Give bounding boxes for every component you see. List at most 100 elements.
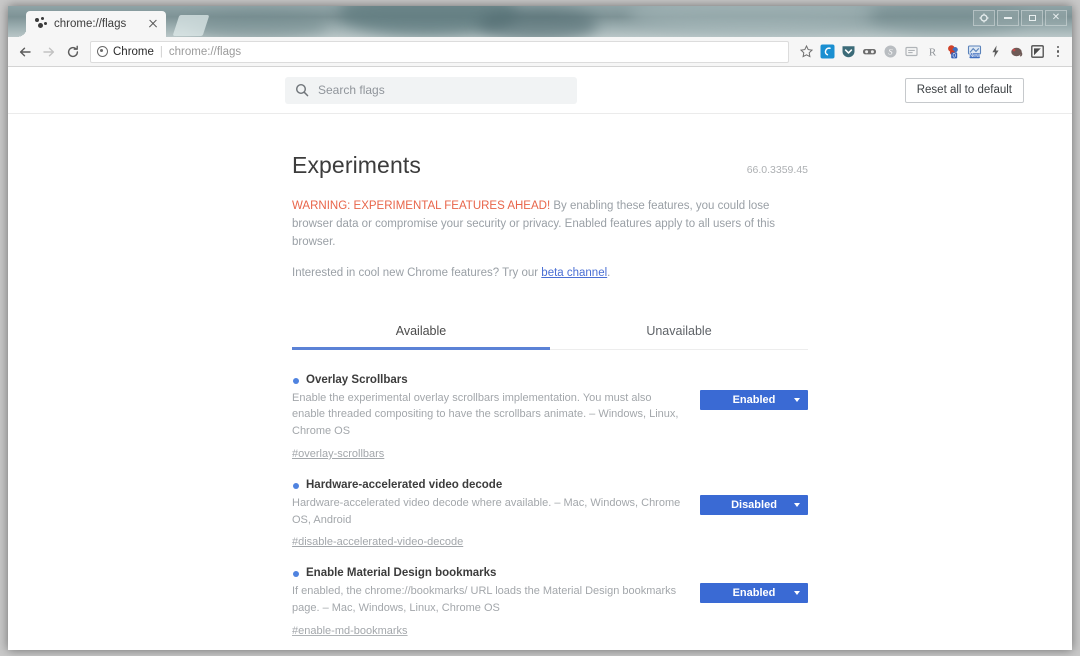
- flag-description: Enable the experimental overlay scrollba…: [292, 391, 679, 438]
- beta-channel-note: Interested in cool new Chrome features? …: [292, 265, 808, 282]
- title-bar: chrome://flags ✕: [8, 6, 1072, 37]
- tab-unavailable[interactable]: Unavailable: [550, 314, 808, 349]
- tab-title: chrome://flags: [54, 18, 127, 30]
- flags-header-bar: Reset all to default: [8, 67, 1072, 114]
- svg-text:New: New: [969, 53, 980, 59]
- flags-inner-column: Experiments 66.0.3359.45 WARNING: EXPERI…: [292, 114, 808, 650]
- wallpaper-blob: [338, 6, 518, 36]
- flag-description: Hardware-accelerated video decode where …: [292, 496, 681, 526]
- chrome-menu-icon[interactable]: [1050, 43, 1066, 61]
- flag-modified-dot-icon: [293, 571, 299, 578]
- flag-state-select[interactable]: Enabled: [700, 389, 808, 410]
- flag-description: If enabled, the chrome://bookmarks/ URL …: [292, 585, 677, 614]
- extension-r-icon[interactable]: R: [924, 43, 941, 60]
- flag-title: Hardware-accelerated video decode: [292, 479, 684, 491]
- forward-arrow-icon: [43, 47, 55, 56]
- flag-state-select[interactable]: Disabled: [700, 494, 808, 515]
- flag-select-wrap: Enabled: [700, 374, 808, 410]
- flag-select-wrap: Enabled: [700, 567, 808, 604]
- theme-icon: [979, 13, 989, 23]
- tab-available[interactable]: Available: [292, 314, 550, 350]
- tab-close-icon[interactable]: [146, 17, 160, 31]
- screen: chrome://flags ✕ Chrome | chrome://flags…: [0, 0, 1080, 656]
- extension-elephant-icon[interactable]: [1008, 43, 1025, 60]
- reload-button[interactable]: [62, 41, 84, 63]
- extension-screenshot-icon[interactable]: New: [966, 43, 983, 60]
- flag-modified-dot-icon: [293, 482, 299, 489]
- close-button[interactable]: ✕: [1045, 10, 1067, 26]
- extension-lightning-icon[interactable]: [987, 43, 1004, 60]
- star-outline-icon: [799, 45, 813, 58]
- extension-skype-icon[interactable]: S: [882, 43, 899, 60]
- extension-page-icon[interactable]: [1029, 43, 1046, 60]
- back-arrow-icon: [19, 47, 31, 56]
- extension-evernote-icon[interactable]: [819, 43, 836, 60]
- flag-anchor-id[interactable]: #overlay-scrollbars: [292, 448, 384, 460]
- chrome-radioactive-icon: [34, 17, 48, 31]
- page-title-row: Experiments 66.0.3359.45: [292, 152, 808, 179]
- flag-body: Enable Material Design bookmarks If enab…: [292, 567, 700, 638]
- window-controls: ✕: [973, 10, 1067, 26]
- reload-icon: [67, 45, 79, 57]
- omnibox-scheme-label: Chrome: [113, 45, 154, 58]
- maximize-button[interactable]: [1021, 10, 1043, 26]
- beta-channel-link[interactable]: beta channel: [541, 267, 607, 279]
- page-title: Experiments: [292, 152, 421, 178]
- flag-title: Enable Material Design bookmarks: [292, 567, 684, 579]
- back-button[interactable]: [14, 41, 36, 63]
- flag-row: Overlay Scrollbars Enable the experiment…: [292, 366, 808, 471]
- search-flags-container[interactable]: [285, 76, 577, 104]
- forward-button[interactable]: [38, 41, 60, 63]
- flag-row: Enable Material Design bookmarks If enab…: [292, 559, 808, 647]
- browser-tab[interactable]: chrome://flags: [17, 11, 166, 37]
- chrome-circle-icon: [97, 46, 108, 57]
- flag-state-label: Enabled: [732, 393, 776, 406]
- wallpaper-blob: [478, 8, 598, 37]
- flags-tabs: Available Unavailable: [292, 314, 808, 350]
- flag-title-text: Enable Material Design bookmarks: [306, 567, 497, 580]
- omnibox-url: chrome://flags: [168, 45, 242, 58]
- flag-state-label: Disabled: [731, 498, 777, 511]
- flag-title-text: Hardware-accelerated video decode: [306, 478, 503, 491]
- browser-toolbar: Chrome | chrome://flags S R 0 New: [8, 37, 1072, 67]
- flag-anchor-id[interactable]: #disable-accelerated-video-decode: [292, 536, 463, 548]
- extension-note-icon[interactable]: [903, 43, 920, 60]
- chrome-version-label: 66.0.3359.45: [746, 164, 808, 176]
- chevron-down-icon: [794, 502, 800, 507]
- flag-row: Hardware-accelerated video decode Hardwa…: [292, 471, 808, 559]
- bookmark-star-icon[interactable]: [797, 43, 815, 61]
- flag-body: Hardware-accelerated video decode Hardwa…: [292, 479, 700, 550]
- beta-note-prefix: Interested in cool new Chrome features? …: [292, 267, 542, 280]
- theme-button[interactable]: [973, 10, 995, 26]
- search-icon: [295, 83, 309, 97]
- warning-headline: WARNING: EXPERIMENTAL FEATURES AHEAD!: [292, 200, 551, 212]
- flag-state-select[interactable]: Enabled: [700, 583, 808, 604]
- flag-title: Overlay Scrollbars: [292, 374, 684, 386]
- flag-row: Override software rendering list Overrid…: [292, 648, 808, 650]
- extensions-strip: S R 0 New: [817, 43, 1046, 60]
- new-tab-button[interactable]: [172, 15, 210, 36]
- page-content: Reset all to default Experiments 66.0.33…: [8, 67, 1072, 650]
- address-bar[interactable]: Chrome | chrome://flags: [90, 40, 789, 63]
- flag-list: Overlay Scrollbars Enable the experiment…: [292, 350, 808, 650]
- reset-all-to-default-button[interactable]: Reset all to default: [904, 77, 1024, 103]
- flag-modified-dot-icon: [293, 377, 299, 384]
- extension-adblock-icon[interactable]: 0: [945, 43, 962, 60]
- svg-text:R: R: [929, 46, 937, 58]
- flag-state-label: Enabled: [732, 587, 776, 600]
- beta-note-suffix: .: [607, 267, 611, 280]
- search-input[interactable]: [318, 83, 567, 97]
- omnibox-separator: |: [159, 45, 163, 58]
- wallpaper-blob: [628, 6, 878, 34]
- flag-select-wrap: Disabled: [700, 479, 808, 515]
- flag-anchor-id[interactable]: #enable-md-bookmarks: [292, 625, 408, 637]
- flag-body: Overlay Scrollbars Enable the experiment…: [292, 374, 700, 462]
- extension-pocket-icon[interactable]: [840, 43, 857, 60]
- chevron-down-icon: [794, 397, 800, 402]
- minimize-button[interactable]: [997, 10, 1019, 26]
- chevron-down-icon: [794, 591, 800, 596]
- extension-goggles-icon[interactable]: [861, 43, 878, 60]
- experimental-warning: WARNING: EXPERIMENTAL FEATURES AHEAD! By…: [292, 198, 808, 251]
- browser-window: chrome://flags ✕ Chrome | chrome://flags…: [8, 6, 1072, 650]
- flag-title-text: Overlay Scrollbars: [306, 373, 408, 386]
